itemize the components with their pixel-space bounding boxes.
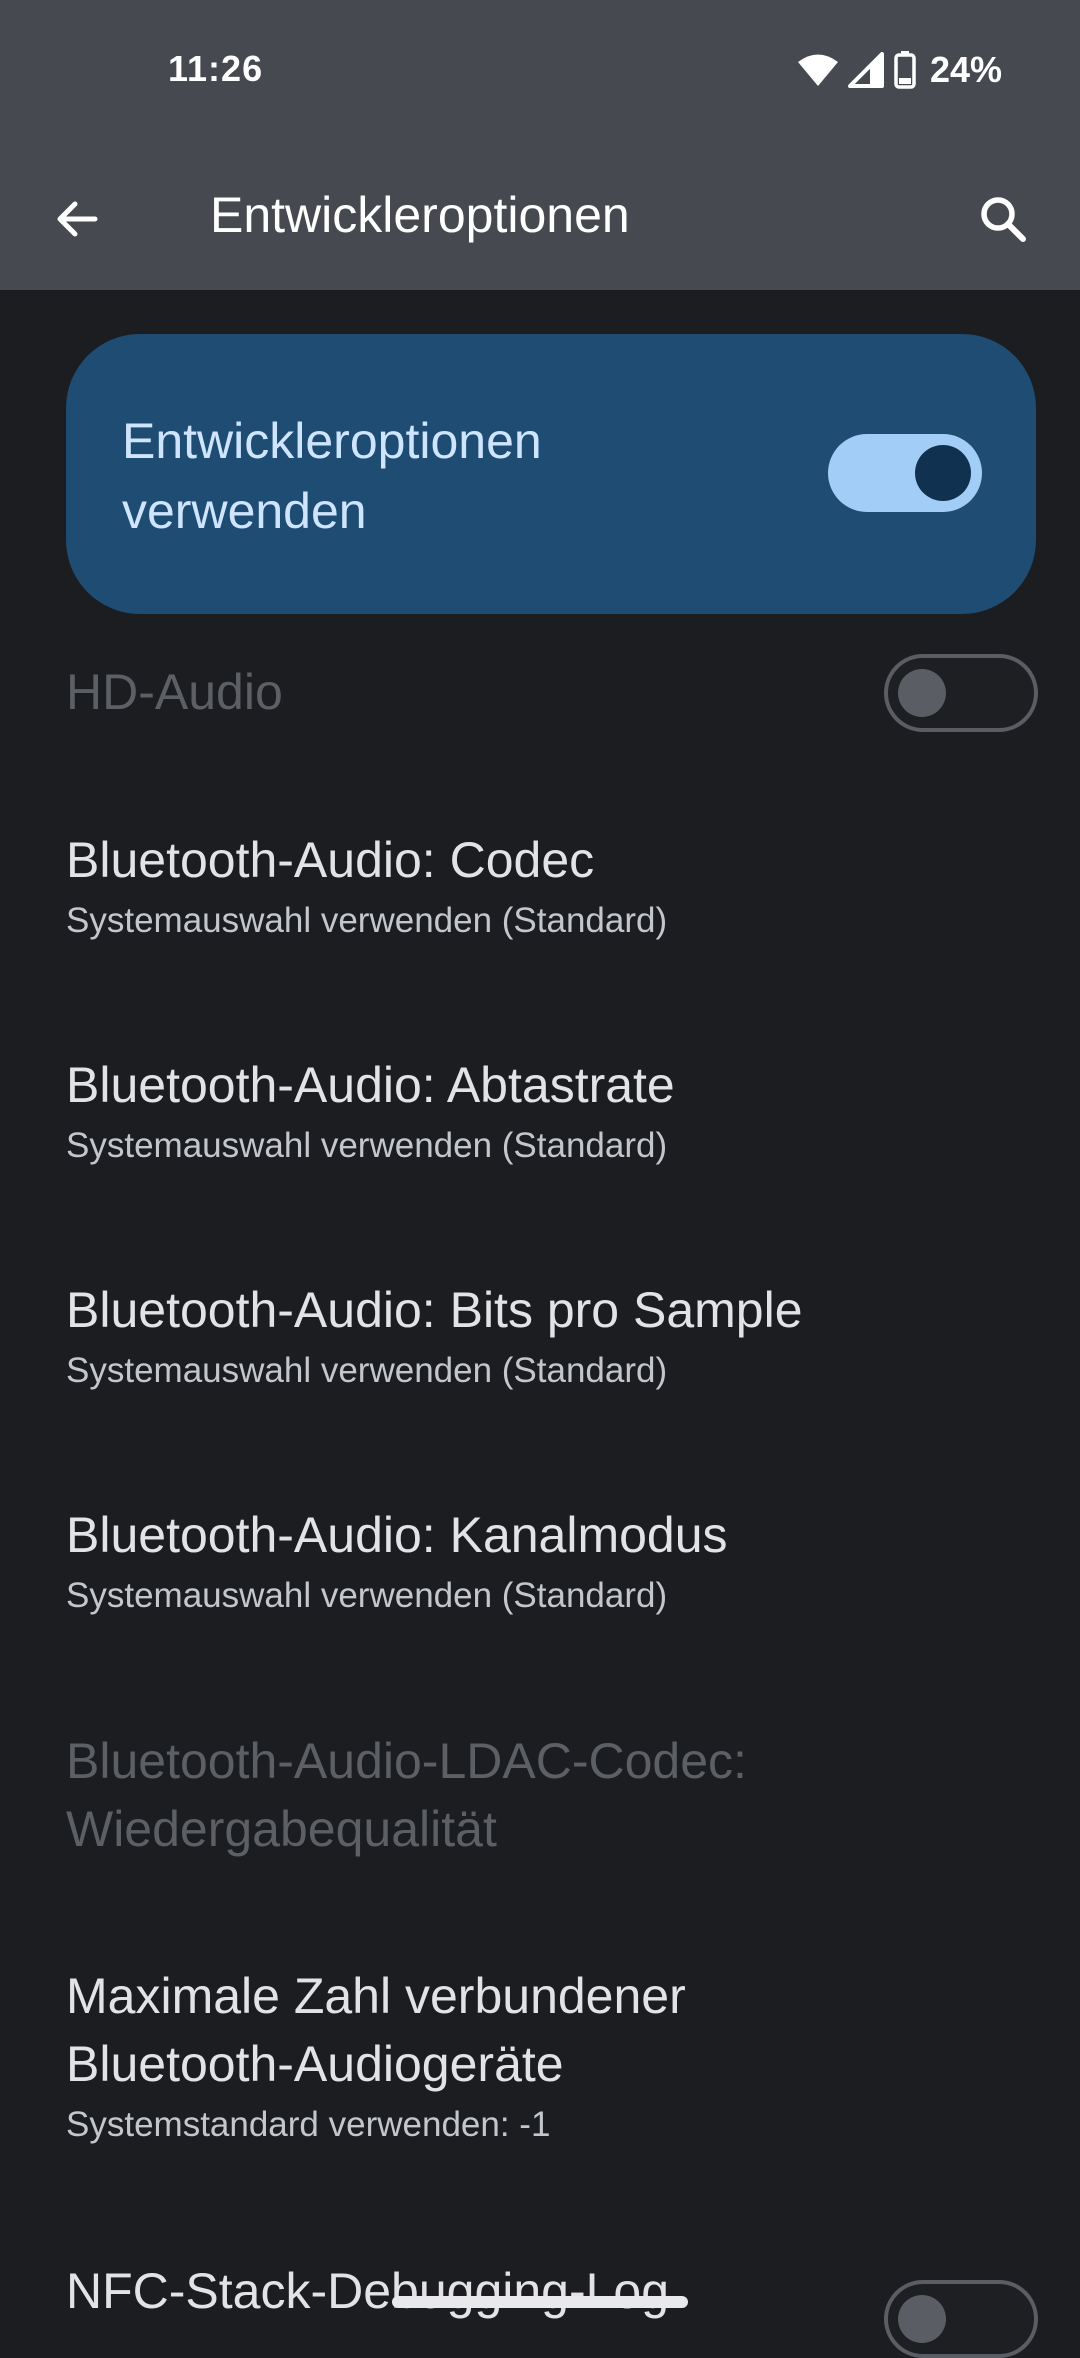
- arrow-left-icon: [57, 201, 98, 237]
- pref-title: HD-Audio: [66, 664, 283, 720]
- status-icons: 24%: [797, 48, 1002, 92]
- search-icon: [981, 197, 1026, 242]
- pref-summary: Systemauswahl verwenden (Standard): [66, 1576, 668, 1615]
- pref-title: Bluetooth-Audio: Codec: [66, 832, 595, 888]
- pref-title: Maximale Zahl verbundener Bluetooth-Audi…: [66, 1968, 686, 2092]
- cellular-signal-icon: [847, 52, 884, 88]
- status-bar: 11:26 24%: [0, 0, 1080, 140]
- pref-bluetooth-audio-sample-rate[interactable]: Bluetooth-Audio: Abtastrate Systemauswah…: [66, 1051, 1016, 1171]
- search-button[interactable]: [966, 182, 1040, 256]
- pref-title: Bluetooth-Audio: Abtastrate: [66, 1057, 675, 1113]
- pref-bluetooth-audio-codec[interactable]: Bluetooth-Audio: Codec Systemauswahl ver…: [66, 826, 1016, 946]
- gesture-navigation-handle[interactable]: [392, 2296, 688, 2308]
- back-button[interactable]: [40, 182, 114, 256]
- pref-summary: Systemauswahl verwenden (Standard): [66, 1126, 668, 1165]
- pref-title: Bluetooth-Audio-LDAC-Codec: Wiedergabequ…: [66, 1733, 747, 1857]
- page-title: Entwickleroptionen: [210, 187, 630, 243]
- status-time: 11:26: [168, 48, 264, 89]
- battery-percentage: 24%: [929, 49, 1002, 90]
- pref-title: Bluetooth-Audio: Kanalmodus: [66, 1507, 728, 1563]
- pref-ldac-playback-quality[interactable]: Bluetooth-Audio-LDAC-Codec: Wiedergabequ…: [66, 1727, 946, 1863]
- switch-thumb: [915, 445, 971, 501]
- pref-nfc-stack-debug-log[interactable]: NFC-Stack-Debugging-Log: [66, 2257, 1016, 2325]
- master-switch-card[interactable]: Entwickleroptionen verwenden: [66, 334, 1036, 614]
- pref-title: Bluetooth-Audio: Bits pro Sample: [66, 1282, 803, 1338]
- pref-hd-audio[interactable]: HD-Audio: [66, 658, 1016, 726]
- pref-summary: Systemauswahl verwenden (Standard): [66, 1351, 668, 1390]
- pref-bluetooth-audio-bits-per-sample[interactable]: Bluetooth-Audio: Bits pro Sample Systema…: [66, 1276, 1016, 1396]
- wifi-icon: [797, 53, 838, 87]
- hd-audio-toggle-switch[interactable]: [884, 654, 1038, 732]
- switch-thumb: [898, 2295, 946, 2343]
- master-toggle-switch[interactable]: [828, 434, 982, 512]
- app-bar: Entwickleroptionen: [0, 150, 1080, 280]
- pref-max-bluetooth-audio-devices[interactable]: Maximale Zahl verbundener Bluetooth-Audi…: [66, 1962, 846, 2150]
- nfc-debug-toggle-switch[interactable]: [884, 2280, 1038, 2358]
- pref-title: NFC-Stack-Debugging-Log: [66, 2263, 670, 2319]
- battery-icon: [894, 51, 916, 89]
- switch-thumb: [898, 669, 946, 717]
- master-switch-label: Entwickleroptionen verwenden: [122, 413, 542, 539]
- pref-summary: Systemstandard verwenden: -1: [66, 2105, 551, 2144]
- pref-bluetooth-audio-channel-mode[interactable]: Bluetooth-Audio: Kanalmodus Systemauswah…: [66, 1501, 1016, 1621]
- pref-summary: Systemauswahl verwenden (Standard): [66, 901, 668, 940]
